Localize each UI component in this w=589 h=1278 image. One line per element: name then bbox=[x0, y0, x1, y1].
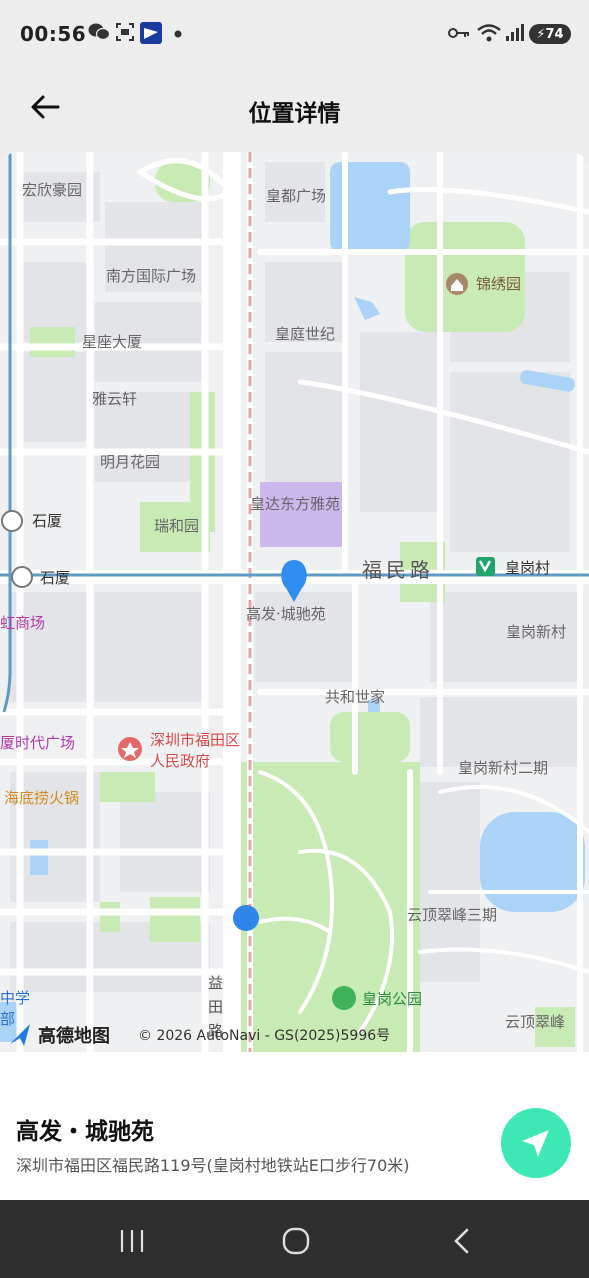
wifi-icon bbox=[477, 24, 501, 42]
map-label: 锦绣园 bbox=[476, 275, 521, 293]
map-label: 高发·城驰苑 bbox=[246, 605, 326, 623]
map-label: 田 bbox=[208, 998, 223, 1016]
map-label: 云顶翠峰 bbox=[505, 1013, 565, 1031]
battery-indicator: ⚡ 74 bbox=[529, 24, 571, 44]
map-label: 瑞和园 bbox=[154, 517, 199, 535]
scan-icon bbox=[116, 23, 134, 41]
map-label: 皇岗公园 bbox=[362, 990, 422, 1008]
map-copyright: © 2026 AutoNavi - GS(2025)5996号 bbox=[138, 1028, 390, 1044]
system-navigation-bar bbox=[0, 1200, 589, 1278]
map-label: 人民政府 bbox=[150, 752, 210, 770]
home-button[interactable] bbox=[276, 1224, 316, 1258]
map-label: 皇岗新村 bbox=[506, 623, 566, 641]
map-label: 云顶翠峰三期 bbox=[407, 906, 497, 924]
map-label: 皇岗村 bbox=[505, 559, 550, 577]
place-address: 深圳市福田区福民路119号(皇岗村地铁站E口步行70米) bbox=[16, 1156, 410, 1175]
map-label: 共和世家 bbox=[325, 688, 385, 706]
status-time: 00:56 bbox=[20, 22, 87, 46]
map-label: 星座大厦 bbox=[82, 333, 142, 351]
map-label: 宏欣豪园 bbox=[22, 181, 82, 199]
recent-apps-button[interactable] bbox=[112, 1224, 152, 1258]
status-bar: 00:56 ⚡ 74 bbox=[0, 0, 589, 70]
map-canvas[interactable]: 宏欣豪园 皇都广场 锦绣园 南方国际广场 星座大厦 皇庭世纪 雅云轩 明月花园 … bbox=[0, 152, 589, 1052]
page-header: 位置详情 bbox=[0, 70, 589, 150]
map-brand: 高德地图 bbox=[38, 1025, 110, 1047]
recent-apps-icon bbox=[120, 1230, 144, 1252]
map-label: 皇都广场 bbox=[266, 187, 326, 205]
wechat-icon bbox=[88, 23, 110, 41]
place-info-panel: 高发・城驰苑 深圳市福田区福民路119号(皇岗村地铁站E口步行70米) bbox=[0, 1052, 589, 1200]
map-label: 益 bbox=[208, 974, 223, 992]
map-label: 皇岗新村二期 bbox=[458, 759, 548, 777]
place-name: 高发・城驰苑 bbox=[16, 1119, 154, 1145]
map-label: 皇庭世纪 bbox=[275, 325, 335, 343]
map-label: 部 bbox=[0, 1010, 15, 1028]
metro-station-icon bbox=[476, 557, 495, 576]
navigation-arrow-icon bbox=[522, 1130, 549, 1157]
map-label: 海底捞火锅 bbox=[4, 789, 79, 807]
page-title: 位置详情 bbox=[248, 101, 341, 127]
more-notifications-dot-icon bbox=[174, 30, 182, 38]
map-label: 中学 bbox=[0, 989, 30, 1007]
back-button[interactable] bbox=[442, 1224, 482, 1258]
app-notification-icon bbox=[140, 22, 162, 44]
navigate-button[interactable] bbox=[501, 1108, 571, 1178]
map-label: 虹商场 bbox=[0, 614, 45, 632]
key-icon bbox=[448, 28, 469, 38]
map-label: 明月花园 bbox=[100, 453, 160, 471]
map-label: 福民路 bbox=[362, 558, 434, 582]
map-label: 深圳市福田区 bbox=[150, 731, 240, 749]
back-chevron-icon bbox=[454, 1228, 469, 1254]
map-label: 石厦 bbox=[40, 569, 70, 587]
map-label: 石厦 bbox=[32, 512, 62, 530]
map-label: 皇达东方雅苑 bbox=[250, 495, 340, 513]
home-icon bbox=[282, 1227, 310, 1255]
signal-icon bbox=[506, 24, 524, 41]
map-view[interactable]: 宏欣豪园 皇都广场 锦绣园 南方国际广场 星座大厦 皇庭世纪 雅云轩 明月花园 … bbox=[0, 152, 589, 1052]
map-label: 南方国际广场 bbox=[106, 267, 196, 285]
map-label: 雅云轩 bbox=[92, 390, 137, 408]
map-label: 厦时代广场 bbox=[0, 734, 75, 752]
